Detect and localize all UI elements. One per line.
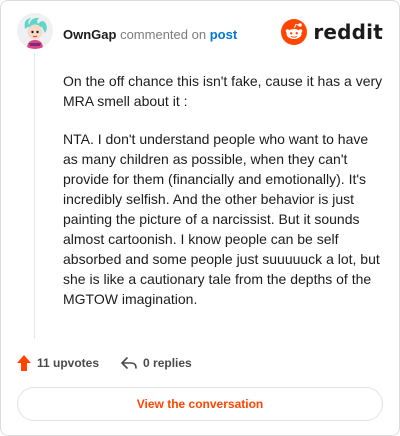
upvote-count: 11 upvotes xyxy=(37,356,100,370)
reddit-wordmark: reddit xyxy=(313,20,383,44)
comment-footer: 11 upvotes 0 replies xyxy=(17,355,192,371)
avatar[interactable] xyxy=(17,13,53,49)
post-link[interactable]: post xyxy=(210,27,237,42)
reply-stat[interactable]: 0 replies xyxy=(121,356,192,370)
reply-arrow-icon xyxy=(121,357,137,369)
comment-header: OwnGap commented on post xyxy=(63,27,237,43)
upvote-arrow-icon xyxy=(17,355,31,371)
reddit-logo[interactable]: reddit xyxy=(281,19,383,45)
comment-paragraph: On the off chance this isn't fake, cause… xyxy=(63,73,383,109)
comment-paragraph: NTA. I don't understand people who want … xyxy=(63,131,380,307)
thread-line xyxy=(34,53,35,339)
comment-body: On the off chance this isn't fake, cause… xyxy=(63,71,383,327)
reddit-logo-icon xyxy=(281,19,308,45)
reply-count: 0 replies xyxy=(143,356,192,370)
action-text: commented on xyxy=(120,27,207,42)
avatar-image xyxy=(17,13,53,49)
comment-card: OwnGap commented on post reddit On the o… xyxy=(0,0,400,436)
upvote-stat[interactable]: 11 upvotes xyxy=(17,355,99,371)
view-conversation-button[interactable]: View the conversation xyxy=(17,387,383,421)
username-link[interactable]: OwnGap xyxy=(63,27,116,42)
